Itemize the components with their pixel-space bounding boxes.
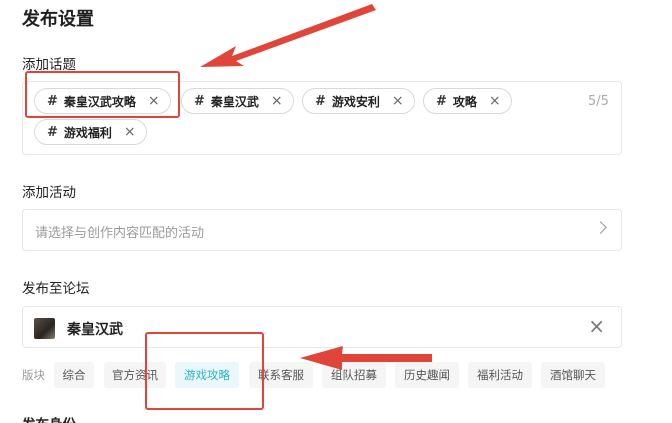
hash-icon: # bbox=[315, 93, 326, 109]
remove-tag-icon[interactable]: × bbox=[489, 93, 501, 109]
topic-tag-label: 攻略 bbox=[452, 94, 477, 109]
board-option[interactable]: 综合 bbox=[54, 362, 94, 388]
topic-tag-label: 游戏安利 bbox=[331, 94, 380, 109]
forum-label: 发布至论坛 bbox=[22, 281, 90, 297]
annotation-arrow-topic bbox=[200, 4, 376, 67]
board-label: 版块 bbox=[22, 368, 45, 382]
board-option[interactable]: 组队招募 bbox=[322, 362, 386, 388]
page-title: 发布设置 bbox=[22, 9, 94, 30]
topic-tag[interactable]: # 攻略 × bbox=[423, 88, 512, 114]
hash-icon: # bbox=[47, 124, 58, 140]
topic-tag[interactable]: # 秦皇汉武 × bbox=[181, 88, 294, 114]
topics-label: 添加话题 bbox=[22, 57, 76, 73]
remove-tag-icon[interactable]: × bbox=[392, 93, 404, 109]
forum-name: 秦皇汉武 bbox=[67, 322, 123, 338]
board-option[interactable]: 酒馆聊天 bbox=[541, 362, 605, 388]
activity-label: 添加活动 bbox=[22, 185, 76, 201]
annotation-box-topic bbox=[25, 71, 180, 118]
activity-placeholder: 请选择与创作内容匹配的活动 bbox=[35, 226, 205, 241]
chevron-right-icon bbox=[594, 221, 607, 234]
activity-select[interactable]: 请选择与创作内容匹配的活动 bbox=[22, 209, 622, 251]
board-option[interactable]: 历史趣闻 bbox=[395, 362, 459, 388]
topic-tag[interactable]: # 游戏安利 × bbox=[302, 88, 415, 114]
close-icon[interactable]: × bbox=[588, 316, 605, 336]
forum-avatar bbox=[34, 318, 55, 339]
remove-tag-icon[interactable]: × bbox=[271, 93, 283, 109]
publish-identity-label: 发布身份 bbox=[22, 413, 76, 423]
annotation-box-board bbox=[145, 332, 264, 410]
forum-select[interactable]: 秦皇汉武 × bbox=[22, 306, 622, 348]
board-option[interactable]: 福利活动 bbox=[468, 362, 532, 388]
hash-icon: # bbox=[194, 93, 205, 109]
remove-tag-icon[interactable]: × bbox=[124, 124, 136, 140]
topic-counter: 5/5 bbox=[588, 94, 609, 109]
topic-tag[interactable]: # 游戏福利 × bbox=[34, 119, 147, 145]
hash-icon: # bbox=[436, 93, 447, 109]
topic-tag-label: 游戏福利 bbox=[63, 125, 112, 140]
topic-tag-label: 秦皇汉武 bbox=[210, 94, 259, 109]
